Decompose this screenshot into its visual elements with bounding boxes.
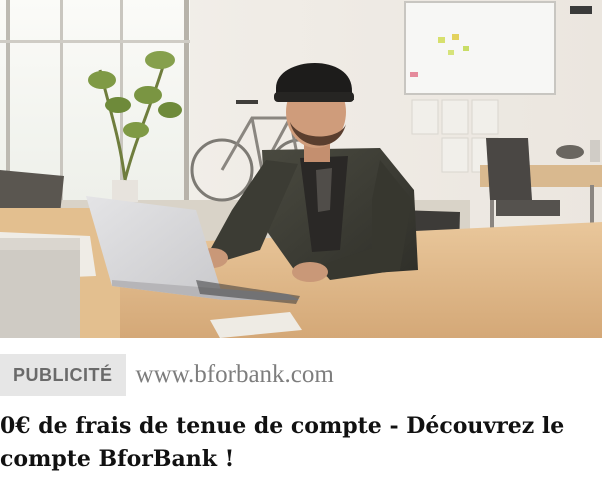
ad-headline[interactable]: 0€ de frais de tenue de compte - Découvr…	[0, 410, 600, 476]
office-photo	[0, 0, 602, 338]
ad-image[interactable]	[0, 0, 602, 338]
advertiser-domain-link[interactable]: www.bforbank.com	[136, 354, 334, 396]
sponsored-badge: PUBLICITÉ	[0, 354, 126, 396]
ad-meta-row: PUBLICITÉ www.bforbank.com	[0, 354, 334, 396]
sponsored-ad-card[interactable]: PUBLICITÉ www.bforbank.com 0€ de frais d…	[0, 0, 602, 482]
